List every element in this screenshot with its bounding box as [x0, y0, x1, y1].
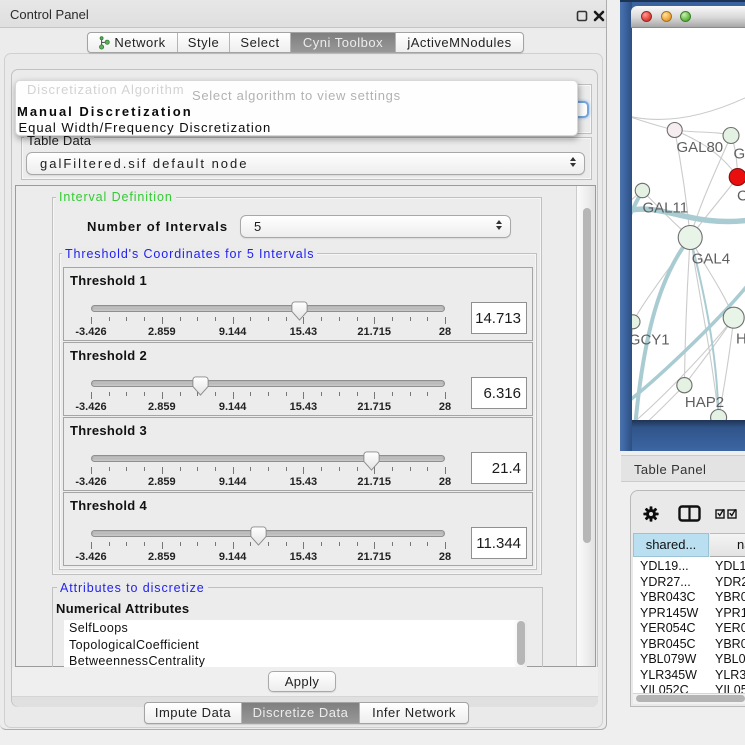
svg-text:C: C: [737, 188, 745, 205]
svg-text:GAL11: GAL11: [643, 200, 689, 217]
svg-text:GCY1: GCY1: [632, 332, 670, 349]
svg-text:H: H: [736, 331, 745, 348]
svg-text:HAP2: HAP2: [685, 394, 724, 411]
svg-text:GAL80: GAL80: [676, 139, 723, 156]
svg-text:GAL4: GAL4: [692, 251, 730, 268]
svg-text:GA: GA: [734, 146, 745, 163]
